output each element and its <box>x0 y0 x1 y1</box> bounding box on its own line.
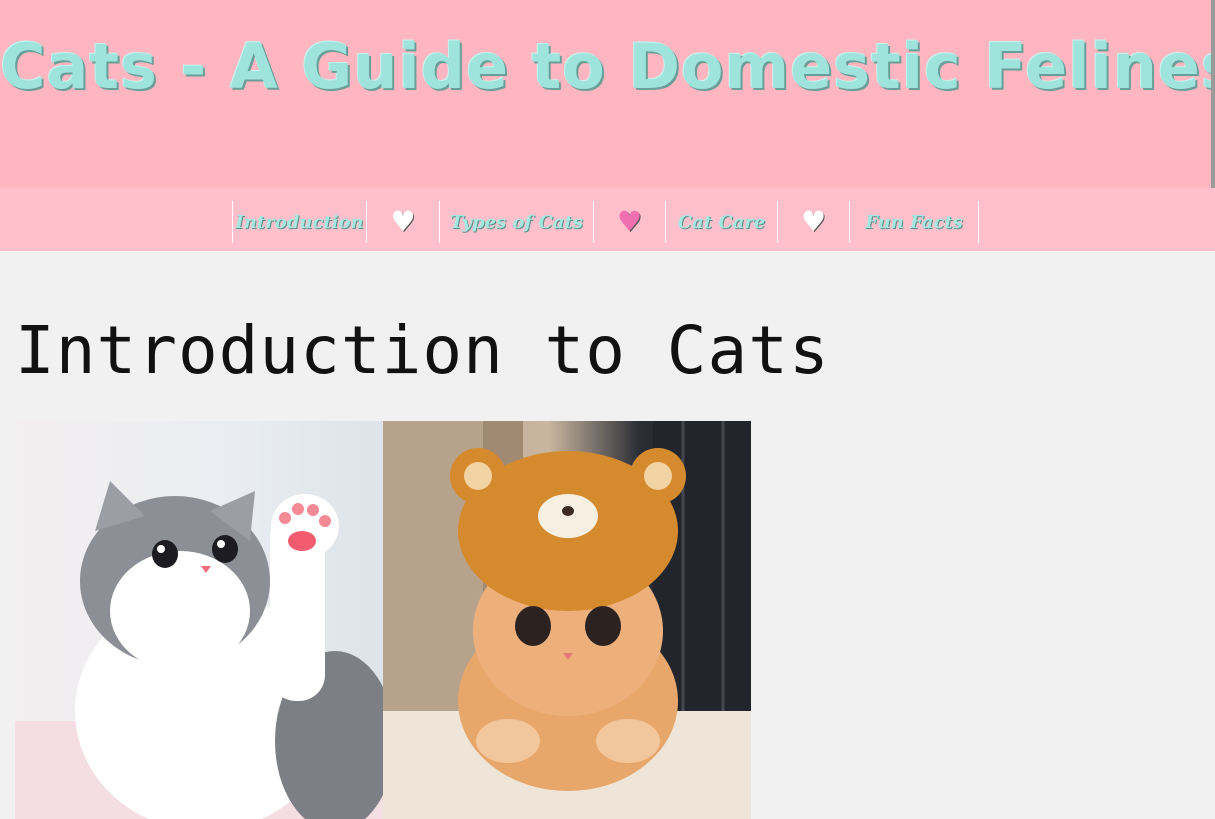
nav-link-fun-facts[interactable]: Fun Facts <box>849 201 979 243</box>
page-title: Introduction to Cats <box>15 312 830 389</box>
nav-link-cat-care[interactable]: Cat Care <box>665 201 777 243</box>
heart-icon: ♥ <box>616 205 643 238</box>
kitten-waving-photo <box>15 421 383 819</box>
nav-heart-divider: ♥ <box>777 201 849 243</box>
kitten-bear-hat-photo <box>383 421 751 819</box>
nav-heart-divider: ♥ <box>366 201 439 243</box>
nav-link-types-of-cats[interactable]: Types of Cats <box>439 201 593 243</box>
site-title: Cats - A Guide to Domestic Felines <box>0 30 1215 103</box>
main-nav: Introduction ♥ Types of Cats ♥ Cat Care … <box>0 188 1215 251</box>
heart-icon: ♥ <box>390 205 416 238</box>
nav-list: Introduction ♥ Types of Cats ♥ Cat Care … <box>232 201 979 243</box>
page-scrollbar[interactable] <box>1211 0 1215 212</box>
heart-icon: ♥ <box>800 205 827 238</box>
site-header: Cats - A Guide to Domestic Felines <box>0 0 1215 188</box>
nav-heart-divider: ♥ <box>593 201 665 243</box>
nav-link-introduction[interactable]: Introduction <box>232 201 366 243</box>
